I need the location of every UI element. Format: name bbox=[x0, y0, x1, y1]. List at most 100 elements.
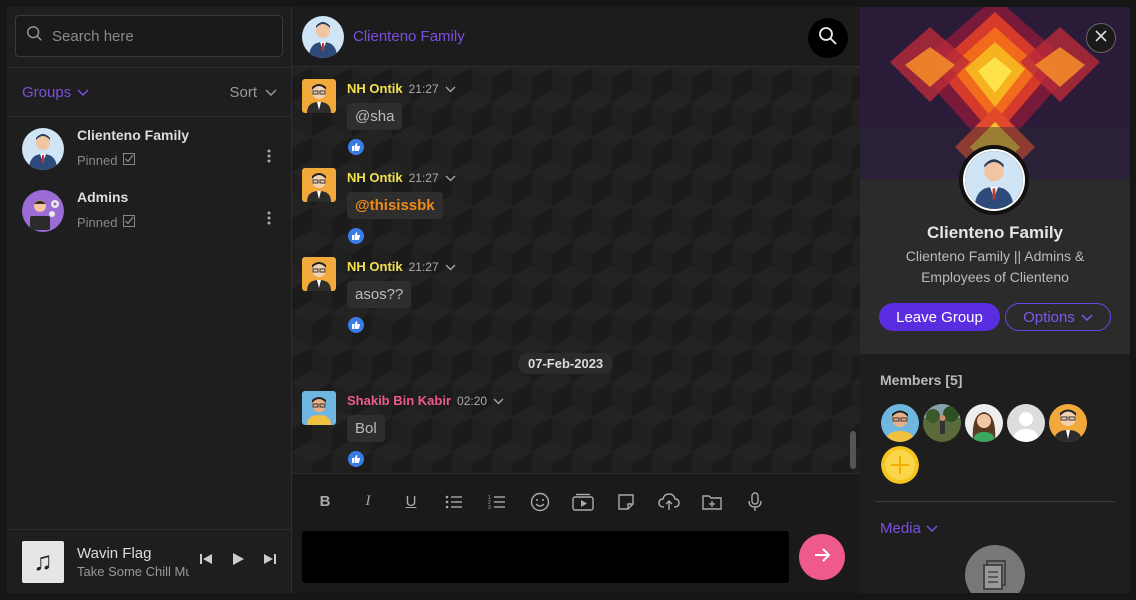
message-input[interactable] bbox=[302, 531, 789, 583]
group-status: Pinned bbox=[77, 153, 189, 168]
options-dropdown[interactable]: Options bbox=[1005, 303, 1111, 331]
chevron-down-icon[interactable] bbox=[445, 259, 456, 274]
member-avatar[interactable] bbox=[881, 404, 919, 442]
next-track-icon[interactable] bbox=[263, 552, 277, 571]
chevron-down-icon[interactable] bbox=[445, 81, 456, 96]
group-status: Pinned bbox=[77, 215, 136, 230]
left-sidebar: Groups Sort Clienteno Family Pinned bbox=[7, 7, 292, 593]
close-icon bbox=[1095, 29, 1107, 47]
sender-name[interactable]: NH Ontik bbox=[347, 259, 403, 274]
thumbs-up-icon[interactable] bbox=[348, 228, 364, 244]
date-separator: 07-Feb-2023 bbox=[518, 353, 614, 374]
thumbs-up-icon[interactable] bbox=[348, 317, 364, 333]
microphone-icon[interactable] bbox=[743, 490, 767, 514]
member-avatar[interactable] bbox=[965, 404, 1003, 442]
close-button[interactable] bbox=[1086, 23, 1116, 53]
message-time: 02:20 bbox=[457, 393, 488, 408]
sort-dropdown[interactable]: Sort bbox=[229, 84, 277, 101]
thumbs-up-icon[interactable] bbox=[348, 451, 364, 467]
group-item-admins[interactable]: Admins Pinned bbox=[7, 187, 291, 249]
underline-label: U bbox=[405, 493, 417, 510]
bullet-list-icon[interactable] bbox=[442, 490, 466, 514]
chat-header: Clienteno Family bbox=[292, 7, 860, 67]
chat-avatar[interactable] bbox=[302, 15, 344, 58]
leave-group-button[interactable]: Leave Group bbox=[879, 303, 1000, 331]
chat-panel: Clienteno Family NH Ontik 21:27 @sha NH … bbox=[292, 7, 860, 593]
chevron-down-icon bbox=[926, 520, 938, 537]
group-avatar-large[interactable] bbox=[959, 145, 1029, 215]
folder-add-icon[interactable] bbox=[700, 490, 724, 514]
chevron-down-icon bbox=[77, 84, 89, 101]
member-avatar[interactable] bbox=[923, 404, 961, 442]
media-icon[interactable] bbox=[571, 490, 595, 514]
chevron-down-icon[interactable] bbox=[493, 393, 504, 408]
groups-dropdown-label: Groups bbox=[22, 83, 72, 101]
chevron-down-icon bbox=[1081, 309, 1093, 326]
chevron-down-icon bbox=[265, 84, 277, 101]
divider bbox=[875, 501, 1115, 502]
member-avatar[interactable] bbox=[1049, 404, 1087, 442]
sender-avatar[interactable] bbox=[302, 257, 336, 291]
group-item-clienteno-family[interactable]: Clienteno Family Pinned bbox=[7, 125, 291, 187]
sender-name[interactable]: NH Ontik bbox=[347, 170, 403, 185]
checkbox-icon bbox=[123, 215, 136, 230]
sender-name[interactable]: NH Ontik bbox=[347, 81, 403, 96]
media-label: Media bbox=[880, 520, 921, 537]
chat-search-button[interactable] bbox=[808, 18, 848, 58]
sort-dropdown-label: Sort bbox=[229, 83, 257, 101]
song-artist: Take Some Chill Music bbox=[77, 563, 189, 579]
song-title: Wavin Flag bbox=[77, 544, 152, 562]
search-icon bbox=[26, 25, 44, 48]
play-icon[interactable] bbox=[231, 552, 245, 571]
group-info-description: Clienteno Family || Admins & Employees o… bbox=[905, 248, 1085, 285]
format-toolbar: B I U 123 bbox=[292, 473, 860, 529]
sender-avatar[interactable] bbox=[302, 168, 336, 202]
pinned-label: Pinned bbox=[77, 153, 118, 168]
message-bubble: @sha bbox=[347, 103, 403, 130]
scrollbar-thumb[interactable] bbox=[850, 431, 856, 469]
add-member-icon[interactable] bbox=[881, 446, 919, 484]
emoji-icon[interactable] bbox=[528, 490, 552, 514]
send-button[interactable] bbox=[799, 534, 845, 580]
sender-name[interactable]: Shakib Bin Kabir bbox=[347, 393, 451, 408]
media-dropdown[interactable]: Media bbox=[880, 520, 938, 537]
groups-dropdown[interactable]: Groups bbox=[22, 84, 89, 101]
svg-text:3: 3 bbox=[488, 505, 491, 510]
group-info-panel: Clienteno Family Clienteno Family || Adm… bbox=[860, 7, 1130, 593]
document-icon[interactable] bbox=[965, 545, 1025, 593]
group-avatar bbox=[22, 128, 64, 170]
search-input[interactable] bbox=[52, 27, 272, 45]
music-player: ♫ Wavin Flag Take Some Chill Music bbox=[7, 529, 291, 593]
chat-app: Groups Sort Clienteno Family Pinned bbox=[0, 0, 1136, 600]
message-bubble: asos?? bbox=[347, 281, 412, 308]
search-icon bbox=[818, 26, 838, 51]
member-avatar[interactable] bbox=[1007, 404, 1045, 442]
sender-avatar[interactable] bbox=[302, 79, 336, 113]
bold-icon[interactable]: B bbox=[313, 490, 337, 514]
numbered-list-icon[interactable]: 123 bbox=[485, 490, 509, 514]
previous-track-icon[interactable] bbox=[199, 552, 213, 571]
message-time: 21:27 bbox=[408, 81, 439, 96]
groups-header: Groups Sort bbox=[7, 67, 291, 117]
music-note-icon: ♫ bbox=[22, 540, 64, 583]
more-vertical-icon[interactable] bbox=[267, 211, 271, 230]
message-list[interactable]: NH Ontik 21:27 @sha NH Ontik 21:27 @this… bbox=[292, 67, 860, 473]
chevron-down-icon[interactable] bbox=[445, 170, 456, 185]
message-time: 21:27 bbox=[408, 259, 439, 274]
underline-icon[interactable]: U bbox=[399, 490, 423, 514]
members-title: Members [5] bbox=[880, 372, 963, 388]
options-label: Options bbox=[1023, 308, 1075, 326]
sender-avatar[interactable] bbox=[302, 391, 336, 425]
italic-icon[interactable]: I bbox=[356, 490, 380, 514]
message-bubble: @thisissbk bbox=[347, 192, 443, 219]
upload-icon[interactable] bbox=[657, 490, 681, 514]
more-vertical-icon[interactable] bbox=[267, 149, 271, 168]
sticker-icon[interactable] bbox=[614, 490, 638, 514]
members-list bbox=[881, 404, 1111, 484]
chat-title[interactable]: Clienteno Family bbox=[353, 28, 465, 45]
bold-label: B bbox=[319, 493, 331, 510]
italic-label: I bbox=[365, 493, 371, 509]
thumbs-up-icon[interactable] bbox=[348, 139, 364, 155]
pinned-label: Pinned bbox=[77, 215, 118, 230]
search-box[interactable] bbox=[15, 15, 283, 57]
